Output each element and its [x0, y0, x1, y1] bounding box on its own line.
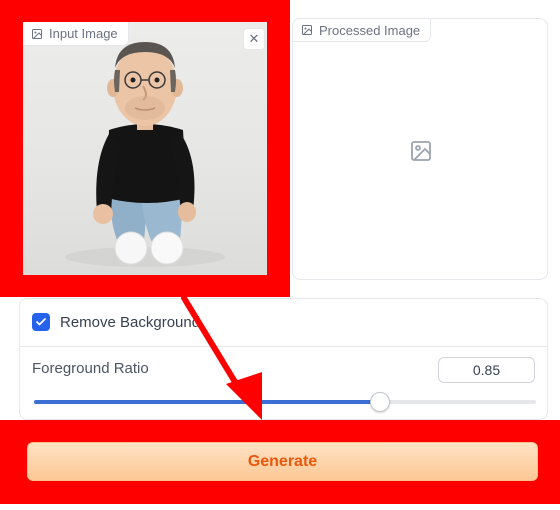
remove-background-checkbox[interactable]: [32, 313, 50, 331]
input-image-panel[interactable]: Input Image ✕: [23, 22, 267, 275]
image-icon: [302, 25, 312, 35]
clear-image-button[interactable]: ✕: [243, 28, 265, 50]
close-icon: ✕: [248, 31, 260, 46]
processed-image-label: Processed Image: [292, 18, 432, 42]
image-icon: [32, 28, 42, 39]
processed-image-label-text: Processed Image: [319, 22, 421, 38]
processed-image-panel: Processed Image: [292, 18, 548, 280]
foreground-ratio-input[interactable]: 0.85: [438, 357, 535, 383]
slider-thumb[interactable]: [370, 392, 391, 412]
slider-fill: [34, 400, 381, 404]
remove-background-label: Remove Background: [60, 313, 201, 331]
input-image-label-text: Input Image: [49, 26, 118, 41]
input-image-photo: [23, 22, 267, 275]
generate-button[interactable]: Generate: [27, 442, 538, 481]
input-image-highlight: Input Image ✕: [0, 0, 290, 297]
input-image-label: Input Image: [23, 22, 129, 46]
plush-doll-image: [65, 42, 225, 267]
image-placeholder-icon: [411, 141, 431, 161]
divider: [20, 346, 547, 347]
remove-background-row[interactable]: Remove Background: [32, 313, 200, 331]
options-panel: Remove Background Foreground Ratio 0.85: [19, 298, 548, 420]
foreground-ratio-slider[interactable]: [34, 392, 536, 412]
checkmark-icon: [36, 318, 46, 326]
foreground-ratio-label: Foreground Ratio: [32, 360, 149, 377]
